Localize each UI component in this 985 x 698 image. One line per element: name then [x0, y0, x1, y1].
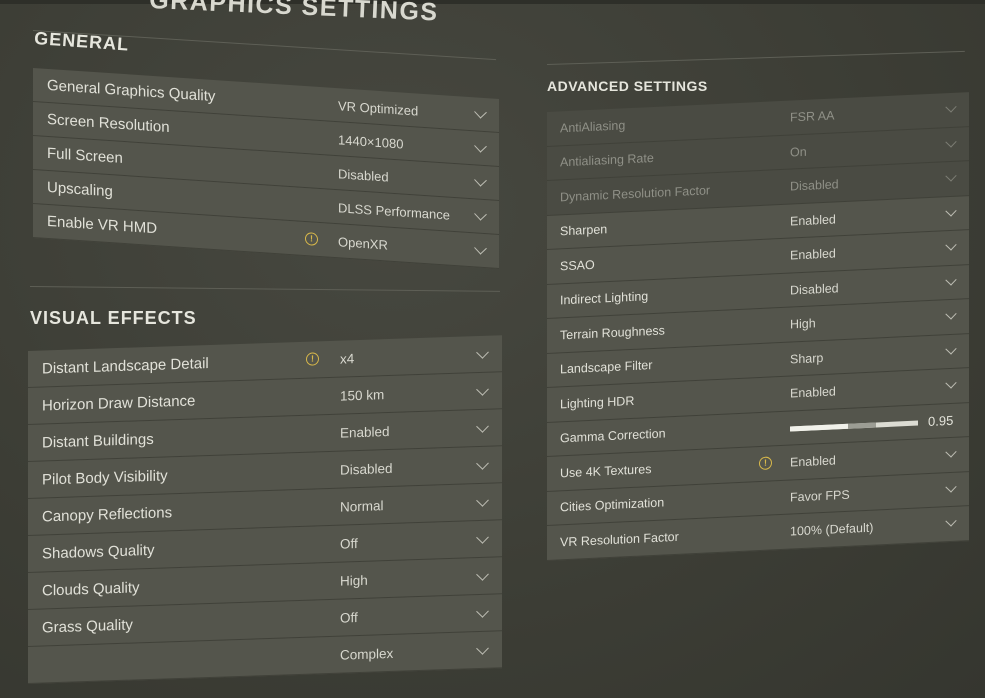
slider-value: 0.95	[928, 412, 954, 429]
dropdown-value[interactable]: Sharp	[790, 350, 823, 366]
advanced-settings-panel: AntiAliasing FSR AA Antialiasing Rate On Dyn…	[547, 92, 969, 561]
setting-label: Antialiasing Rate	[560, 151, 654, 170]
dropdown-value[interactable]: Enabled	[790, 246, 836, 262]
dropdown-value[interactable]: 150 km	[340, 387, 384, 403]
slider-track	[847, 421, 876, 429]
setting-label: Lighting HDR	[560, 393, 635, 412]
chevron-down-icon[interactable]	[945, 239, 957, 251]
chevron-down-icon[interactable]	[476, 531, 489, 544]
setting-label: Grass Quality	[42, 616, 133, 637]
setting-label: Gamma Correction	[560, 426, 666, 446]
chevron-down-icon[interactable]	[945, 342, 957, 355]
chevron-down-icon[interactable]	[476, 383, 489, 396]
top-bar	[0, 0, 985, 4]
dropdown-value[interactable]: Complex	[340, 646, 393, 663]
chevron-down-icon[interactable]	[474, 241, 487, 255]
setting-label: Clouds Quality	[42, 578, 140, 600]
setting-label: Full Screen	[47, 144, 123, 167]
warning-circle-icon: !	[305, 232, 318, 246]
dropdown-value[interactable]: OpenXR	[338, 234, 388, 252]
setting-label: SSAO	[560, 257, 595, 274]
chevron-down-icon[interactable]	[945, 515, 957, 527]
chevron-down-icon[interactable]	[476, 346, 489, 359]
dropdown-value[interactable]: x4	[340, 351, 354, 366]
gamma-slider[interactable]	[790, 420, 918, 432]
chevron-down-icon[interactable]	[476, 494, 489, 507]
dropdown-value[interactable]: Enabled	[790, 384, 836, 400]
setting-label: Landscape Filter	[560, 358, 653, 377]
dropdown-value[interactable]: Disabled	[340, 461, 393, 478]
chevron-down-icon[interactable]	[476, 568, 489, 581]
dropdown-value[interactable]: Disabled	[790, 177, 839, 193]
warning-circle-icon: !	[306, 352, 319, 366]
chevron-down-icon[interactable]	[945, 170, 957, 182]
setting-label: Terrain Roughness	[560, 323, 665, 343]
setting-label: Canopy Reflections	[42, 503, 173, 526]
chevron-down-icon[interactable]	[474, 173, 487, 187]
chevron-down-icon[interactable]	[945, 377, 957, 389]
general-panel: General Graphics Quality VR Optimized Scre…	[33, 68, 499, 269]
dropdown-value[interactable]: VR Optimized	[338, 98, 418, 118]
setting-label: Horizon Draw Distance	[42, 391, 196, 415]
dropdown-value[interactable]: Favor FPS	[790, 487, 850, 504]
setting-label: Shadows Quality	[42, 541, 155, 563]
setting-label: General Graphics Quality	[47, 76, 216, 106]
setting-label: Sharpen	[560, 222, 608, 239]
dropdown-value[interactable]: 1440×1080	[338, 132, 403, 151]
dropdown-value[interactable]: Enabled	[340, 424, 390, 441]
dropdown-value[interactable]: On	[790, 144, 807, 159]
setting-label: Pilot Body Visibility	[42, 466, 168, 489]
chevron-down-icon[interactable]	[476, 642, 489, 655]
setting-label: AntiAliasing	[560, 118, 626, 136]
setting-label: Dynamic Resolution Factor	[560, 183, 711, 205]
dropdown-value[interactable]: Off	[340, 610, 358, 626]
chevron-down-icon[interactable]	[474, 105, 487, 119]
chevron-down-icon[interactable]	[476, 420, 489, 433]
chevron-down-icon[interactable]	[945, 273, 957, 286]
chevron-down-icon[interactable]	[474, 207, 487, 221]
dropdown-value[interactable]: Enabled	[790, 453, 836, 469]
dropdown-value[interactable]: Disabled	[338, 166, 389, 184]
chevron-down-icon[interactable]	[945, 204, 957, 217]
dropdown-value[interactable]: High	[790, 316, 816, 331]
chevron-down-icon[interactable]	[476, 605, 489, 618]
setting-label: Cities Optimization	[560, 495, 665, 515]
visual-effects-heading: VISUAL EFFECTS	[30, 308, 197, 328]
dropdown-value[interactable]: Normal	[340, 498, 384, 514]
dropdown-value[interactable]: Enabled	[790, 212, 836, 228]
slider-fill	[790, 423, 848, 432]
chevron-down-icon[interactable]	[945, 308, 957, 320]
chevron-down-icon[interactable]	[945, 446, 957, 458]
setting-label: Upscaling	[47, 178, 113, 201]
setting-label: Screen Resolution	[47, 110, 170, 137]
chevron-down-icon[interactable]	[945, 480, 957, 493]
setting-label: Use 4K Textures	[560, 461, 652, 481]
warning-circle-icon: !	[759, 456, 772, 471]
dropdown-value[interactable]: FSR AA	[790, 108, 834, 124]
dropdown-value[interactable]: High	[340, 573, 368, 589]
setting-label: Distant Buildings	[42, 430, 154, 452]
setting-label: Enable VR HMD	[47, 212, 158, 238]
setting-label: Distant Landscape Detail	[42, 354, 209, 378]
dropdown-value[interactable]: 100% (Default)	[790, 521, 873, 539]
visual-effects-panel: Distant Landscape Detail! x4 Horizon Draw …	[28, 335, 502, 684]
chevron-down-icon[interactable]	[945, 101, 957, 113]
chevron-down-icon[interactable]	[945, 135, 957, 148]
chevron-down-icon[interactable]	[476, 457, 489, 470]
dropdown-value[interactable]: DLSS Performance	[338, 200, 450, 222]
setting-label: Indirect Lighting	[560, 289, 649, 308]
advanced-settings-heading: ADVANCED SETTINGS	[547, 78, 708, 94]
dropdown-value[interactable]: Disabled	[790, 281, 839, 297]
chevron-down-icon[interactable]	[474, 139, 487, 153]
dropdown-value[interactable]: Off	[340, 536, 358, 552]
setting-label: VR Resolution Factor	[560, 529, 679, 550]
